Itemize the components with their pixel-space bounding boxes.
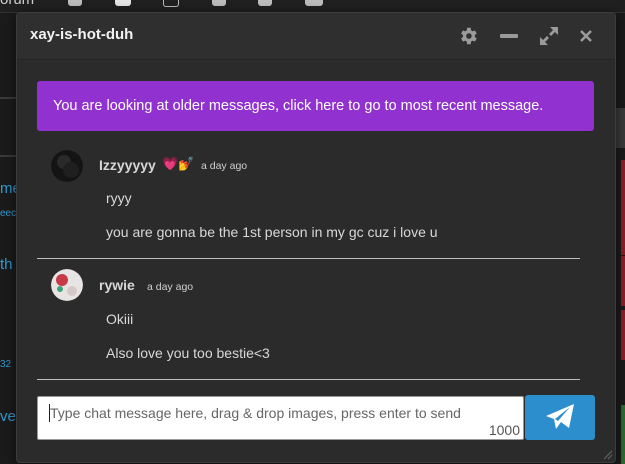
gear-icon[interactable] — [457, 25, 481, 47]
message-divider — [37, 379, 580, 380]
chat-title: xay-is-hot-duh — [30, 26, 134, 43]
resize-grip-icon[interactable] — [603, 450, 613, 460]
close-icon[interactable] — [576, 25, 600, 47]
message-timestamp: a day ago — [147, 281, 194, 293]
globe-icon[interactable] — [212, 0, 226, 6]
message-group: rywie a day ago Okiii Also love you too … — [37, 265, 580, 381]
chat-window: xay-is-hot-duh You are looking at older … — [16, 12, 616, 463]
message-divider — [37, 258, 580, 259]
message-text: Okiii — [106, 311, 134, 327]
username[interactable]: rywie — [99, 277, 135, 293]
username-emoji: 💗💅 — [162, 156, 195, 171]
paper-plane-icon — [546, 404, 574, 429]
forum-red-strip — [621, 256, 625, 306]
older-messages-banner[interactable]: You are looking at older messages, click… — [37, 81, 594, 131]
group-icon[interactable] — [305, 0, 323, 6]
forum-label[interactable]: orum — [0, 0, 34, 8]
avatar[interactable] — [51, 150, 83, 182]
input-placeholder: Type chat message here, drag & drop imag… — [50, 405, 461, 421]
user-icon[interactable] — [258, 0, 272, 6]
forum-green-strip — [621, 405, 625, 464]
clock-icon[interactable] — [163, 0, 179, 7]
chat-message-input[interactable]: Type chat message here, drag & drop imag… — [37, 396, 524, 440]
list-icon[interactable] — [68, 0, 82, 6]
message-text: Also love you too bestie<3 — [106, 345, 270, 361]
forum-link-fragment[interactable]: eec — [0, 208, 16, 219]
message-timestamp: a day ago — [201, 160, 248, 172]
character-counter: 1000 — [488, 422, 520, 438]
message-group: Izzyyyyy 💗💅 a day ago ryyy you are gonna… — [37, 144, 580, 260]
chat-header[interactable]: xay-is-hot-duh — [17, 13, 615, 60]
expand-icon[interactable] — [538, 25, 562, 47]
forum-link-fragment[interactable]: 32 — [0, 359, 11, 370]
forum-red-strip — [621, 160, 625, 255]
avatar[interactable] — [51, 269, 83, 301]
forum-link-fragment[interactable]: th — [0, 256, 13, 273]
minimize-icon[interactable] — [498, 25, 522, 47]
message-text: ryyy — [106, 190, 132, 206]
forum-divider — [0, 155, 16, 157]
forum-divider — [0, 97, 16, 99]
forum-red-strip — [621, 310, 625, 360]
send-button[interactable] — [525, 395, 595, 440]
inbox-icon[interactable] — [115, 0, 131, 6]
username[interactable]: Izzyyyyy — [99, 157, 156, 173]
message-text: you are gonna be the 1st person in my gc… — [106, 224, 438, 240]
